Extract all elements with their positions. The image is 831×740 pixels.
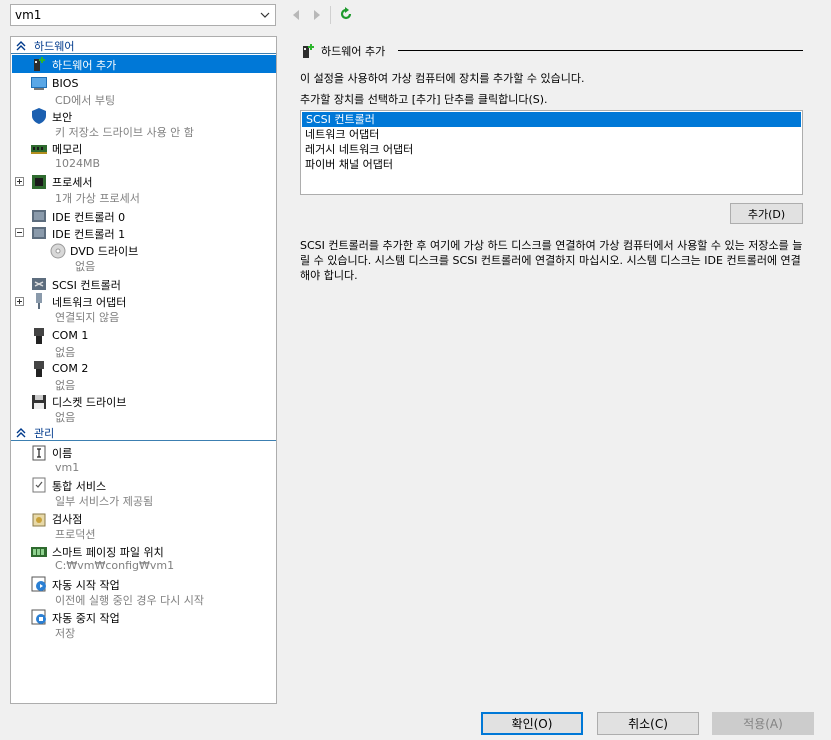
tree-item-label: 하드웨어 추가 <box>52 59 117 72</box>
device-listbox[interactable]: SCSI 컨트롤러 네트워크 어댑터 레거시 네트워크 어댑터 파이버 채널 어… <box>300 110 803 195</box>
section-label: 관리 <box>34 426 55 440</box>
integration-services-icon <box>32 477 46 493</box>
panel-title: 하드웨어 추가 <box>321 45 386 58</box>
tree-item-sub: 1개 가상 프로세서 <box>55 192 140 205</box>
tree-item-label: 자동 중지 작업 <box>52 612 120 625</box>
tree-item-label: SCSI 컨트롤러 <box>52 279 121 292</box>
tree-item-label: 프로세서 <box>52 176 93 189</box>
info-text: SCSI 컨트롤러를 추가한 후 여기에 가상 하드 디스크를 연결하여 가상 … <box>300 239 803 282</box>
tree-item-sub: C:₩vm₩config₩vm1 <box>55 559 175 572</box>
tree-item-sub: 프로덕션 <box>55 528 96 541</box>
tree-item-label: 검사점 <box>52 513 83 526</box>
toolbar-separator <box>330 6 331 24</box>
tree-item-label: 통합 서비스 <box>52 480 107 493</box>
bios-monitor-icon <box>31 77 47 90</box>
collapse-icon[interactable] <box>15 228 24 237</box>
panel-instruction: 추가할 장치를 선택하고 [추가] 단추를 클릭합니다(S). <box>300 93 548 106</box>
auto-start-icon <box>31 576 46 592</box>
com-port-icon <box>34 328 44 344</box>
tree-item-label: DVD 드라이브 <box>70 245 139 258</box>
expand-icon[interactable] <box>15 177 24 186</box>
section-hardware[interactable]: 하드웨어 <box>11 37 276 54</box>
tree-item-label: 네트워크 어댑터 <box>52 296 127 309</box>
tree-item-label: 이름 <box>52 447 73 460</box>
tree-item-label: 메모리 <box>52 143 83 156</box>
scsi-controller-icon <box>32 278 46 290</box>
tree-item-sub: CD에서 부팅 <box>55 94 116 107</box>
vm-selector-value: vm1 <box>15 8 42 22</box>
device-option-legacy-network[interactable]: 레거시 네트워크 어댑터 <box>301 142 802 157</box>
add-hardware-icon <box>303 44 314 58</box>
add-button[interactable]: 추가(D) <box>730 203 803 224</box>
expand-icon[interactable] <box>15 297 24 306</box>
tree-item-label: COM 2 <box>52 362 89 375</box>
vm-selector[interactable]: vm1 <box>10 4 276 26</box>
device-option-fibre-channel[interactable]: 파이버 채널 어댑터 <box>301 157 802 172</box>
tree-item-label: 디스켓 드라이브 <box>52 396 127 409</box>
tree-item-sub: 이전에 실행 중인 경우 다시 시작 <box>55 594 205 607</box>
name-field-icon <box>32 445 46 461</box>
tree-item-sub: 1024MB <box>55 157 101 170</box>
forward-arrow-icon[interactable] <box>311 8 323 22</box>
checkpoint-icon <box>32 513 46 527</box>
dvd-disc-icon <box>50 243 66 259</box>
tree-item-sub: 없음 <box>55 379 76 392</box>
tree-item-label: IDE 컨트롤러 1 <box>52 228 126 241</box>
cancel-button[interactable]: 취소(C) <box>597 712 699 735</box>
tree-item-sub: 없음 <box>75 260 96 273</box>
section-label: 하드웨어 <box>34 39 75 53</box>
tree-item-label: BIOS <box>52 77 79 90</box>
tree-item-label: IDE 컨트롤러 0 <box>52 211 126 224</box>
ide-controller-icon <box>32 210 46 222</box>
panel-description: 이 설정을 사용하여 가상 컴퓨터에 장치를 추가할 수 있습니다. <box>300 72 585 85</box>
ide-controller-icon <box>32 227 46 239</box>
tree-item-sub: 일부 서비스가 제공됨 <box>55 495 154 508</box>
tree-item-label: 자동 시작 작업 <box>52 579 120 592</box>
device-option-network[interactable]: 네트워크 어댑터 <box>301 127 802 142</box>
add-hardware-icon <box>34 57 45 71</box>
device-option-scsi[interactable]: SCSI 컨트롤러 <box>302 112 801 127</box>
tree-item-sub: 없음 <box>55 346 76 359</box>
tree-item-label: 보안 <box>52 111 73 124</box>
title-divider <box>398 50 803 51</box>
chevron-down-icon <box>260 12 270 18</box>
tree-item-sub: 키 저장소 드라이브 사용 안 함 <box>55 126 194 139</box>
collapse-section-icon <box>16 40 26 50</box>
tree-item-label: 스마트 페이징 파일 위치 <box>52 546 164 559</box>
tree-item-label: COM 1 <box>52 329 89 342</box>
diskette-icon <box>32 395 46 409</box>
collapse-section-icon <box>16 427 26 437</box>
ok-button[interactable]: 확인(O) <box>481 712 583 735</box>
apply-button[interactable]: 적용(A) <box>712 712 814 735</box>
section-management[interactable]: 관리 <box>11 424 276 441</box>
processor-icon <box>32 175 46 189</box>
tree-item-sub: 저장 <box>55 627 76 640</box>
memory-chip-icon <box>31 145 47 154</box>
smart-paging-icon <box>31 547 47 557</box>
refresh-icon[interactable] <box>339 7 353 21</box>
settings-tree: 하드웨어 하드웨어 추가 BIOS CD에서 부팅 보안 키 저장소 드라이브 … <box>10 36 277 704</box>
tree-item-sub: vm1 <box>55 461 80 474</box>
tree-item-sub: 없음 <box>55 411 76 424</box>
network-adapter-icon <box>36 293 42 309</box>
tree-item-sub: 연결되지 않음 <box>55 311 120 324</box>
com-port-icon <box>34 361 44 377</box>
shield-icon <box>32 108 46 124</box>
auto-stop-icon <box>31 609 46 625</box>
back-arrow-icon[interactable] <box>290 8 302 22</box>
